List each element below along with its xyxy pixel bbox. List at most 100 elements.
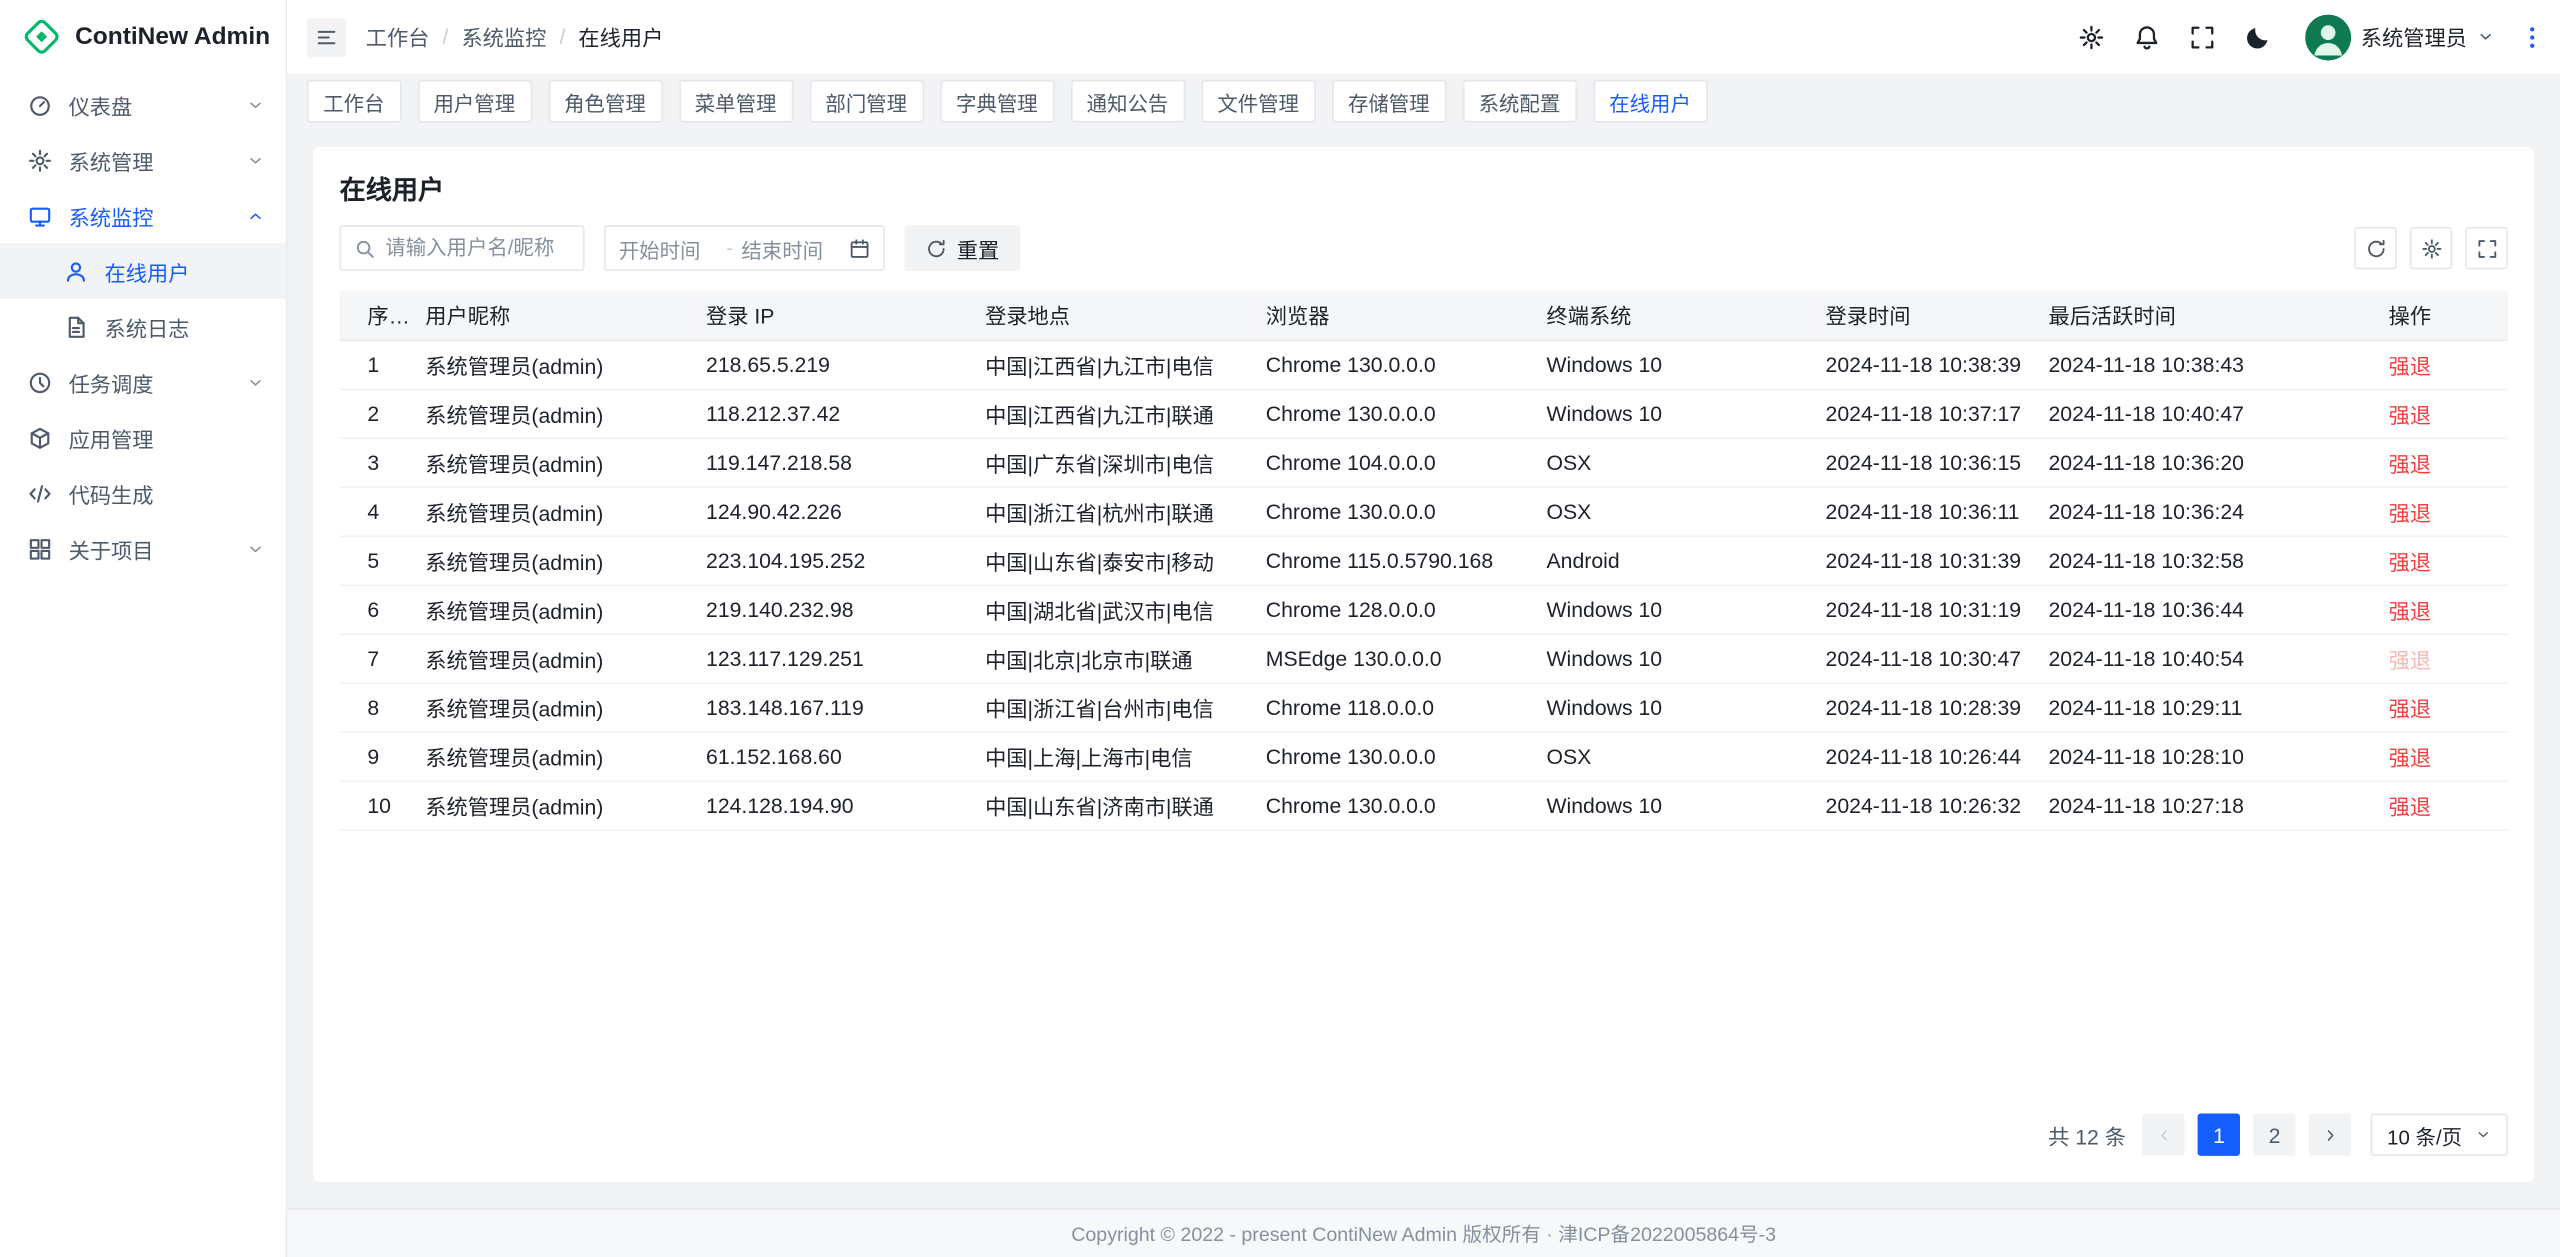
sidebar-item-system-monitor[interactable]: 系统监控 <box>0 188 286 244</box>
reset-button[interactable]: 重置 <box>904 225 1020 271</box>
sidebar-menu: 仪表盘系统管理系统监控在线用户系统日志任务调度应用管理代码生成关于项目 <box>0 72 286 576</box>
moon-button[interactable] <box>2235 13 2282 60</box>
cell-last_active: 2024-11-18 10:36:20 <box>2035 438 2375 487</box>
app-logo[interactable]: ContiNew Admin <box>0 0 286 72</box>
cell-last_active: 2024-11-18 10:28:10 <box>2035 731 2375 780</box>
table-row: 7系统管理员(admin)123.117.129.251中国|北京|北京市|联通… <box>340 633 2508 682</box>
chevron-down-icon <box>2477 28 2495 46</box>
header-actions <box>2069 13 2283 60</box>
cell-index: 1 <box>340 340 413 389</box>
sidebar-item-label: 应用管理 <box>69 422 265 453</box>
sidebar-item-dashboard[interactable]: 仪表盘 <box>0 77 286 133</box>
date-end-placeholder: 结束时间 <box>741 233 840 264</box>
pagination-prev-button[interactable] <box>2142 1113 2184 1155</box>
force-logout-link[interactable]: 强退 <box>2389 451 2431 475</box>
bell-icon <box>2135 24 2161 50</box>
search-input[interactable] <box>385 237 569 260</box>
cell-os: Windows 10 <box>1533 389 1812 438</box>
cell-location: 中国|山东省|泰安市|移动 <box>972 536 1253 585</box>
sidebar-item-app-management[interactable]: 应用管理 <box>0 410 286 466</box>
cell-os: Windows 10 <box>1533 340 1812 389</box>
tab-role-management[interactable]: 角色管理 <box>548 80 662 122</box>
cell-ip: 219.140.232.98 <box>693 584 972 633</box>
cell-action: 强退 <box>2376 389 2508 438</box>
more-actions-button[interactable] <box>2519 24 2545 50</box>
settings-button[interactable] <box>2069 13 2116 60</box>
bell-button[interactable] <box>2124 13 2171 60</box>
monitor-icon <box>28 203 52 227</box>
tab-dict-management[interactable]: 字典管理 <box>940 80 1054 122</box>
pagination-next-button[interactable] <box>2309 1113 2351 1155</box>
pagination-total: 共 12 条 <box>2048 1119 2126 1150</box>
tab-file-management[interactable]: 文件管理 <box>1201 80 1315 122</box>
force-logout-link[interactable]: 强退 <box>2389 402 2431 426</box>
cell-action: 强退 <box>2376 731 2508 780</box>
force-logout-link[interactable]: 强退 <box>2389 500 2431 524</box>
pagination-page-1[interactable]: 1 <box>2198 1113 2240 1155</box>
cell-login_time: 2024-11-18 10:26:32 <box>1812 780 2035 829</box>
breadcrumb-item[interactable]: 工作台 <box>366 21 430 52</box>
tab-system-config[interactable]: 系统配置 <box>1462 80 1576 122</box>
force-logout-link[interactable]: 强退 <box>2389 353 2431 377</box>
cell-index: 6 <box>340 584 413 633</box>
pagination: 共 12 条 12 10 条/页 <box>340 1097 2508 1169</box>
tab-storage-management[interactable]: 存储管理 <box>1332 80 1446 122</box>
sidebar-item-task-schedule[interactable]: 任务调度 <box>0 354 286 410</box>
sidebar-item-system-log[interactable]: 系统日志 <box>0 299 286 355</box>
cell-browser: Chrome 128.0.0.0 <box>1253 584 1534 633</box>
gear-icon <box>2420 238 2441 259</box>
table-toolbar <box>2354 227 2507 269</box>
box-icon <box>28 425 52 449</box>
fullscreen-button[interactable] <box>2180 13 2227 60</box>
tab-notice[interactable]: 通知公告 <box>1070 80 1184 122</box>
cell-os: OSX <box>1533 731 1812 780</box>
force-logout-link[interactable]: 强退 <box>2389 598 2431 622</box>
breadcrumb-item: 在线用户 <box>578 21 663 52</box>
tab-menu-management[interactable]: 菜单管理 <box>678 80 792 122</box>
cell-ip: 183.148.167.119 <box>693 682 972 731</box>
cell-last_active: 2024-11-18 10:29:11 <box>2035 682 2375 731</box>
cell-ip: 118.212.37.42 <box>693 389 972 438</box>
sidebar-collapse-button[interactable] <box>307 17 346 56</box>
user-icon <box>64 259 88 283</box>
cell-nickname: 系统管理员(admin) <box>412 536 693 585</box>
table-wrapper: 序号用户昵称登录 IP登录地点浏览器终端系统登录时间最后活跃时间操作 1系统管理… <box>340 291 2508 831</box>
cell-location: 中国|浙江省|杭州市|联通 <box>972 487 1253 536</box>
sidebar-item-system-management[interactable]: 系统管理 <box>0 132 286 188</box>
chevron-down-icon <box>247 96 265 114</box>
chevron-down-icon <box>247 540 265 558</box>
tab-dept-management[interactable]: 部门管理 <box>809 80 923 122</box>
user-menu[interactable]: 系统管理员 <box>2305 14 2494 60</box>
tab-online-user[interactable]: 在线用户 <box>1593 80 1707 122</box>
cell-last_active: 2024-11-18 10:36:44 <box>2035 584 2375 633</box>
force-logout-link[interactable]: 强退 <box>2389 794 2431 818</box>
force-logout-link[interactable]: 强退 <box>2389 549 2431 573</box>
breadcrumb-item[interactable]: 系统监控 <box>461 21 546 52</box>
toolbar-refresh-button[interactable] <box>2354 227 2396 269</box>
page-size-select[interactable]: 10 条/页 <box>2371 1113 2508 1155</box>
cell-location: 中国|山东省|济南市|联通 <box>972 780 1253 829</box>
force-logout-link[interactable]: 强退 <box>2389 696 2431 720</box>
sidebar-item-code-generation[interactable]: 代码生成 <box>0 465 286 521</box>
dashboard-icon <box>28 92 52 116</box>
sidebar-item-label: 系统日志 <box>104 311 264 342</box>
cell-action: 强退 <box>2376 438 2508 487</box>
cell-last_active: 2024-11-18 10:27:18 <box>2035 780 2375 829</box>
tab-user-management[interactable]: 用户管理 <box>417 80 531 122</box>
toolbar-gear-button[interactable] <box>2410 227 2452 269</box>
cell-action: 强退 <box>2376 340 2508 389</box>
cell-last_active: 2024-11-18 10:36:24 <box>2035 487 2375 536</box>
dots-vertical-icon <box>2519 24 2545 50</box>
force-logout-link[interactable]: 强退 <box>2389 745 2431 769</box>
toolbar-expand-button[interactable] <box>2465 227 2507 269</box>
pagination-page-2[interactable]: 2 <box>2253 1113 2295 1155</box>
sidebar-item-about-project[interactable]: 关于项目 <box>0 521 286 577</box>
tab-workbench[interactable]: 工作台 <box>307 80 401 122</box>
date-range-picker[interactable]: 开始时间 - 结束时间 <box>604 225 885 271</box>
cell-ip: 119.147.218.58 <box>693 438 972 487</box>
pagination-pages: 12 <box>2198 1113 2296 1155</box>
online-user-panel: 在线用户 开始时间 - 结束时间 重置 <box>313 147 2533 1182</box>
cell-location: 中国|江西省|九江市|联通 <box>972 389 1253 438</box>
cell-nickname: 系统管理员(admin) <box>412 780 693 829</box>
sidebar-item-online-user[interactable]: 在线用户 <box>0 243 286 299</box>
